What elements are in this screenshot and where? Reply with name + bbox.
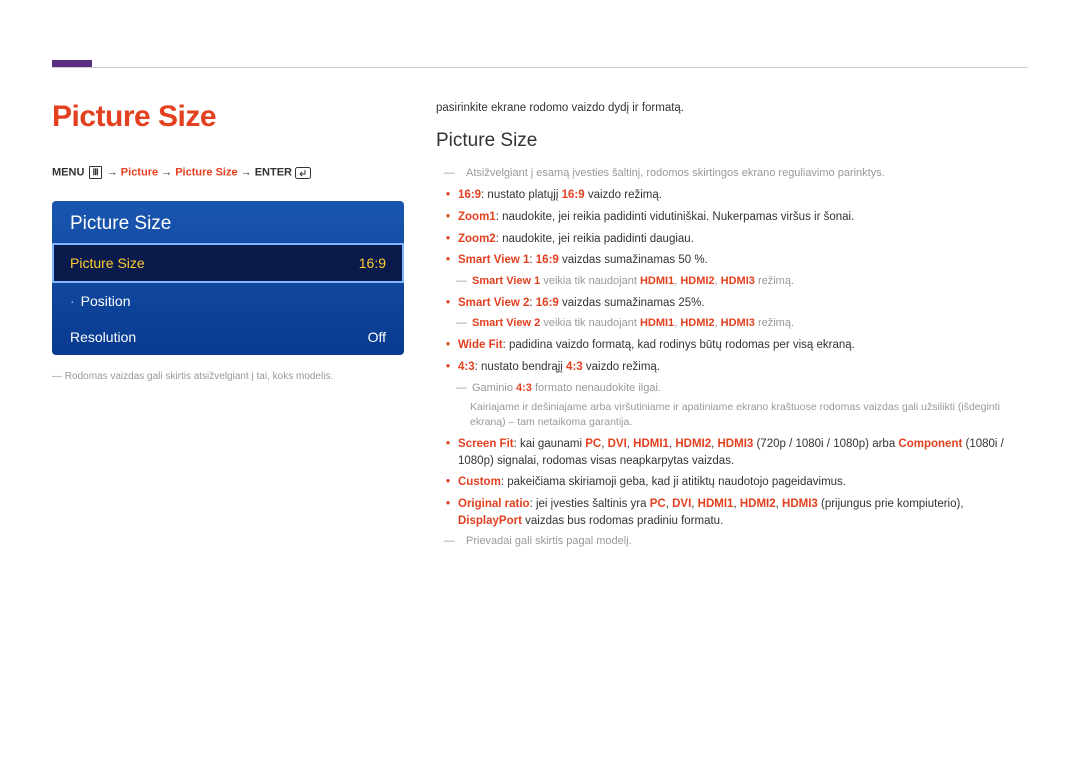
menu-icon: Ⅲ [89,166,101,179]
list-item: 4:3: nustato bendrąjį 4:3 vaizdo režimą. [436,359,1028,376]
note-top: Atsižvelgiant į esamą įvesties šaltinį, … [444,166,1028,182]
osd-panel: Picture Size Picture Size 16:9 ·Position… [52,201,404,355]
page-title: Picture Size [52,100,404,134]
bc-menu: MENU [52,166,84,178]
enter-icon [295,167,311,179]
bc-arrow2: → [161,166,172,178]
intro-text: pasirinkite ekrane rodomo vaizdo dydį ir… [436,100,1028,117]
sub-block: Kairiajame ir dešiniajame arba viršutini… [436,400,1028,430]
osd-row-value: 16:9 [359,255,386,271]
osd-row-resolution[interactable]: Resolution Off [52,319,404,355]
osd-row-label: ·Position [70,293,130,309]
list-item: Original ratio: jei įvesties šaltinis yr… [436,496,1028,529]
bc-arrow: → [107,166,118,178]
bc-picture: Picture [121,166,158,178]
sub-note: Gaminio 4:3 formato nenaudokite ilgai. [436,381,1028,397]
option-list: Smart View 2: 16:9 vaizdas sumažinamas 2… [436,295,1028,312]
osd-row-label: Resolution [70,329,136,345]
sub-note: Smart View 2 veikia tik naudojant HDMI1,… [436,316,1028,332]
list-item: Wide Fit: padidina vaizdo formatą, kad r… [436,337,1028,354]
bc-enter: ENTER [255,166,292,178]
list-item: Zoom1: naudokite, jei reikia padidinti v… [436,209,1028,226]
bc-arrow3: → [241,166,252,178]
list-item: Zoom2: naudokite, jei reikia padidinti d… [436,231,1028,248]
osd-row-position[interactable]: ·Position [52,283,404,319]
header-rule [52,67,1028,68]
sub-note: Smart View 1 veikia tik naudojant HDMI1,… [436,274,1028,290]
bc-picture-size: Picture Size [175,166,237,178]
list-item: Smart View 1: 16:9 vaizdas sumažinamas 5… [436,252,1028,269]
osd-row-label: Picture Size [70,255,145,271]
osd-title: Picture Size [52,201,404,243]
list-item: Screen Fit: kai gaunami PC, DVI, HDMI1, … [436,436,1028,469]
osd-row-picture-size[interactable]: Picture Size 16:9 [52,243,404,283]
breadcrumb: MENU Ⅲ → Picture → Picture Size → ENTER [52,166,404,179]
list-item: 16:9: nustato platųjį 16:9 vaizdo režimą… [436,187,1028,204]
option-list: Screen Fit: kai gaunami PC, DVI, HDMI1, … [436,436,1028,529]
osd-row-value: Off [368,329,386,345]
option-list: Wide Fit: padidina vaizdo formatą, kad r… [436,337,1028,375]
option-list: 16:9: nustato platųjį 16:9 vaizdo režimą… [436,187,1028,269]
left-footnote: Rodomas vaizdas gali skirtis atsižvelgia… [52,371,404,382]
list-item: Custom: pakeičiama skiriamoji geba, kad … [436,474,1028,491]
section-title: Picture Size [436,127,1028,155]
list-item: Smart View 2: 16:9 vaizdas sumažinamas 2… [436,295,1028,312]
note-bottom: Prievadai gali skirtis pagal modelį. [444,534,1028,550]
